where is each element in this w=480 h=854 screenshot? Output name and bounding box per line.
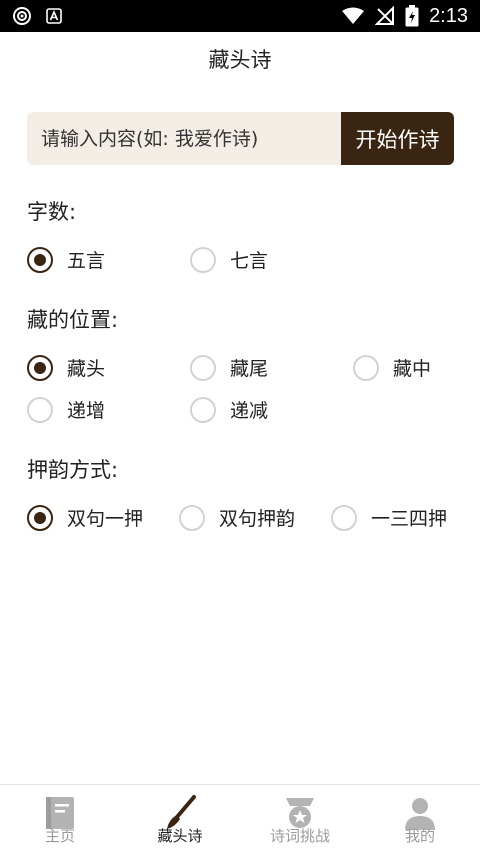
- battery-charging-icon: [405, 5, 419, 27]
- radio-circle-checked: [27, 246, 53, 273]
- radio-circle-checked: [27, 504, 53, 531]
- radio-dizeng[interactable]: 递增: [27, 396, 105, 423]
- radio-label: 递减: [230, 400, 269, 422]
- radio-circle: [190, 396, 216, 423]
- radio-cangzhong[interactable]: 藏中: [353, 354, 431, 381]
- radio-label: 递增: [67, 400, 106, 422]
- tab-challenge[interactable]: 诗词挑战: [240, 785, 360, 854]
- status-right: 2:13: [341, 5, 468, 28]
- tab-poem[interactable]: 藏头诗: [120, 785, 240, 854]
- tab-label: 我的: [404, 827, 435, 845]
- status-time: 2:13: [429, 4, 468, 27]
- page-title: 藏头诗: [208, 48, 272, 72]
- section-label-rhyme: 押韵方式:: [27, 458, 119, 482]
- radio-circle: [27, 396, 53, 423]
- radio-wuyan[interactable]: 五言: [27, 246, 105, 273]
- tab-home[interactable]: 主页: [0, 785, 120, 854]
- status-bar: 2:13: [0, 0, 480, 32]
- no-signal-icon: [375, 6, 395, 26]
- radio-circle-checked: [27, 354, 53, 381]
- radio-yisansi-ya[interactable]: 一三四押: [331, 504, 447, 531]
- radio-circle: [331, 504, 357, 531]
- radio-label: 双句一押: [67, 508, 144, 530]
- hotspot-icon: [12, 6, 32, 26]
- app-header: 藏头诗: [0, 32, 480, 86]
- radio-cangwei[interactable]: 藏尾: [190, 354, 268, 381]
- tab-label: 藏头诗: [157, 827, 203, 845]
- radio-label: 藏尾: [230, 358, 269, 380]
- tab-mine[interactable]: 我的: [360, 785, 480, 854]
- start-poem-button[interactable]: 开始作诗: [341, 112, 454, 165]
- radio-circle: [190, 354, 216, 381]
- section-label-word-count: 字数:: [27, 200, 77, 224]
- radio-cangtou[interactable]: 藏头: [27, 354, 105, 381]
- wifi-icon: [341, 7, 365, 25]
- tab-label: 诗词挑战: [269, 827, 330, 845]
- radio-label: 一三四押: [371, 508, 448, 530]
- poem-input[interactable]: [27, 112, 341, 165]
- radio-label: 藏中: [393, 358, 432, 380]
- radio-label: 藏头: [67, 358, 106, 380]
- radio-circle: [190, 246, 216, 273]
- radio-shuangju-yiya[interactable]: 双句一押: [27, 504, 143, 531]
- radio-label: 双句押韵: [219, 508, 296, 530]
- section-label-position: 藏的位置:: [27, 308, 119, 332]
- radio-circle: [353, 354, 379, 381]
- radio-shuangju-yayun[interactable]: 双句押韵: [179, 504, 295, 531]
- tab-label: 主页: [44, 827, 75, 845]
- status-left: [12, 6, 62, 26]
- input-row: 开始作诗: [27, 112, 454, 165]
- radio-dijian[interactable]: 递减: [190, 396, 268, 423]
- radio-circle: [179, 504, 205, 531]
- radio-label: 五言: [67, 250, 106, 272]
- radio-label: 七言: [230, 250, 269, 272]
- app-notification-icon: [46, 8, 62, 24]
- bottom-tab-bar: 主页 藏头诗 诗词挑战 我的: [0, 784, 480, 854]
- radio-qiyan[interactable]: 七言: [190, 246, 268, 273]
